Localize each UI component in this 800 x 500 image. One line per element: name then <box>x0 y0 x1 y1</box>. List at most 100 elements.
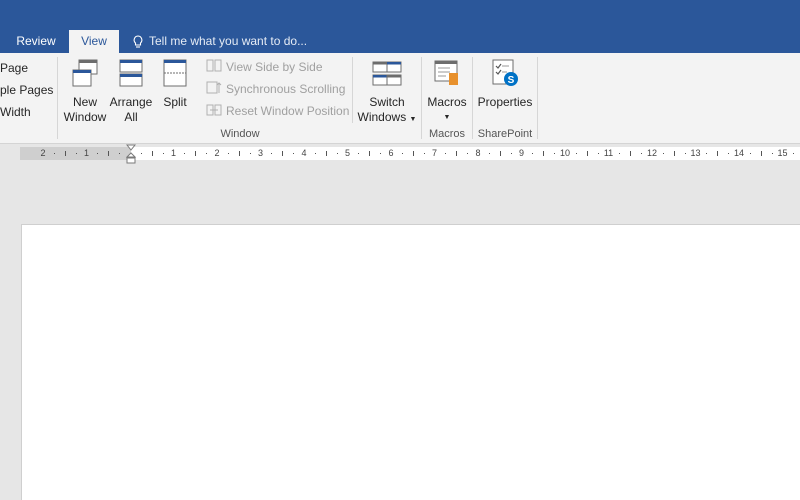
switch-windows-label: Switch Windows ▼ <box>357 95 417 124</box>
sharepoint-group-label: SharePoint <box>477 128 533 140</box>
ruler-tick <box>195 151 196 156</box>
ruler-dot <box>598 153 599 154</box>
split-icon <box>162 58 188 95</box>
macros-label: Macros ▼ <box>424 95 470 125</box>
ruler-tick <box>717 151 718 156</box>
ruler-dot <box>184 153 185 154</box>
ruler-tick <box>369 151 370 156</box>
switch-windows-icon <box>371 58 403 95</box>
ruler-tick <box>761 151 762 156</box>
ruler-number: 5 <box>344 148 351 158</box>
document-page[interactable] <box>21 224 800 500</box>
ruler-dot <box>467 153 468 154</box>
indent-marker-icon[interactable] <box>125 144 137 169</box>
group-separator <box>472 57 473 139</box>
ruler-dot <box>728 153 729 154</box>
ribbon: Page ple Pages Width New Window Arrange … <box>0 53 800 144</box>
ruler-dot <box>445 153 446 154</box>
ruler-number: 9 <box>518 148 525 158</box>
tab-view[interactable]: View <box>69 30 119 53</box>
window-group-label: Window <box>220 128 260 140</box>
multiple-pages-button[interactable]: ple Pages <box>0 83 53 97</box>
svg-text:S: S <box>508 75 515 86</box>
ruler-number: 7 <box>431 148 438 158</box>
ruler-number: 6 <box>388 148 394 158</box>
macros-icon <box>432 58 462 95</box>
ruler-number: 2 <box>214 148 220 158</box>
ruler-tick <box>152 151 153 156</box>
ruler-dot <box>206 153 207 154</box>
ruler-number: 1 <box>170 148 177 158</box>
side-by-side-icon <box>206 59 222 76</box>
synchronous-scrolling-icon <box>206 81 222 98</box>
horizontal-ruler[interactable]: 2 1 1 2 3 4 5 6 7 8 9 10 11 12 13 14 15 <box>20 147 800 160</box>
ruler-dot <box>793 153 794 154</box>
split-label: Split <box>163 95 187 109</box>
ruler-dot <box>532 153 533 154</box>
new-window-label: New Window <box>63 95 107 124</box>
ruler-number: 15 <box>777 148 788 158</box>
view-side-by-side-button[interactable]: View Side by Side <box>206 57 323 77</box>
ruler-tick <box>65 151 66 156</box>
ruler-number: 13 <box>690 148 701 158</box>
ruler-tick <box>543 151 544 156</box>
ruler-number: 8 <box>475 148 481 158</box>
ruler-dot <box>119 153 120 154</box>
new-window-button[interactable]: New Window <box>60 56 110 128</box>
dropdown-arrow-icon: ▼ <box>409 116 417 123</box>
ruler-dot <box>685 153 686 154</box>
properties-button[interactable]: S Properties <box>475 56 535 128</box>
ruler-tick <box>239 151 240 156</box>
group-separator <box>352 57 353 123</box>
ruler-dot <box>337 153 338 154</box>
arrange-all-icon <box>118 58 144 95</box>
ruler-tick <box>456 151 457 156</box>
ruler-number: 14 <box>733 148 745 158</box>
ruler-number: 11 <box>603 148 614 158</box>
ruler-tick <box>500 151 501 156</box>
lightbulb-icon <box>132 34 144 49</box>
ruler-tick <box>413 151 414 156</box>
ruler-dot <box>76 153 77 154</box>
properties-label: Properties <box>477 95 533 109</box>
ruler-number: 12 <box>646 148 658 158</box>
ruler-dot <box>663 153 664 154</box>
ruler-dot <box>641 153 642 154</box>
reset-window-position-button[interactable]: Reset Window Position <box>206 101 349 121</box>
tell-me-text: Tell me what you want to do... <box>149 34 308 48</box>
tell-me-box[interactable]: Tell me what you want to do... <box>132 30 307 53</box>
page-width-button[interactable]: Width <box>0 105 31 119</box>
ruler-dot <box>511 153 512 154</box>
split-button[interactable]: Split <box>156 56 194 128</box>
ruler-number: 1 <box>83 148 90 158</box>
ruler-dot <box>706 153 707 154</box>
reset-window-position-icon <box>206 103 222 120</box>
ruler-dot <box>228 153 229 154</box>
switch-windows-button[interactable]: Switch Windows ▼ <box>356 56 418 128</box>
ruler-dot <box>163 153 164 154</box>
ruler-tick <box>674 151 675 156</box>
group-separator <box>57 57 58 139</box>
ruler-dot <box>576 153 577 154</box>
ruler-number: 3 <box>257 148 264 158</box>
arrange-all-button[interactable]: Arrange All <box>108 56 154 128</box>
tab-review[interactable]: Review <box>10 30 62 53</box>
dropdown-arrow-icon: ▼ <box>443 114 451 121</box>
ruler-dot <box>293 153 294 154</box>
new-window-icon <box>71 58 99 95</box>
synchronous-scrolling-button[interactable]: Synchronous Scrolling <box>206 79 345 99</box>
ruler-dot <box>424 153 425 154</box>
ruler-tick <box>630 151 631 156</box>
group-separator <box>537 57 538 139</box>
ruler-tick <box>587 151 588 156</box>
ruler-dot <box>380 153 381 154</box>
ruler-dot <box>489 153 490 154</box>
ruler-dot <box>54 153 55 154</box>
one-page-button[interactable]: Page <box>0 61 28 75</box>
ruler-dot <box>315 153 316 154</box>
ruler-tick <box>282 151 283 156</box>
ruler-dot <box>141 153 142 154</box>
macros-button[interactable]: Macros ▼ <box>424 56 470 128</box>
ruler-area: 2 1 1 2 3 4 5 6 7 8 9 10 11 12 13 14 15 <box>0 144 800 164</box>
macros-group-label: Macros <box>428 128 466 140</box>
